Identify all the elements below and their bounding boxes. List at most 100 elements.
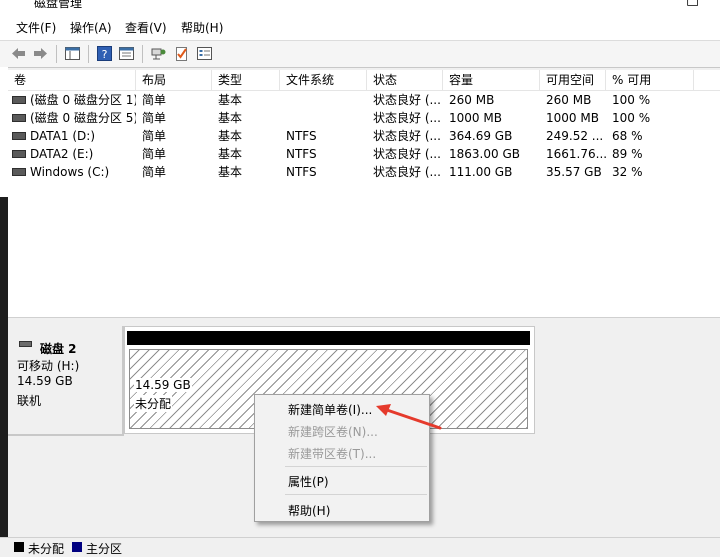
connect-disk-icon[interactable] bbox=[150, 45, 167, 62]
volume-icon bbox=[12, 131, 26, 140]
cell-percent-free: 32 % bbox=[612, 165, 643, 179]
volume-icon bbox=[12, 113, 26, 122]
toolbar-separator bbox=[56, 45, 57, 63]
cell-volume: (磁盘 0 磁盘分区 5) bbox=[8, 109, 136, 127]
cell-percent-free: 100 % bbox=[612, 93, 651, 107]
minimize-button[interactable]: ─ bbox=[634, 0, 642, 8]
legend-bar: 未分配 主分区 bbox=[0, 537, 720, 556]
cell-capacity: 260 MB bbox=[449, 93, 495, 107]
cell-volume: DATA2 (E:) bbox=[8, 145, 136, 163]
checklist-icon[interactable] bbox=[173, 45, 190, 62]
table-row[interactable]: DATA2 (E:) 简单 基本 NTFS 状态良好 (... 1863.00 … bbox=[8, 145, 720, 163]
cell-type: 基本 bbox=[218, 147, 243, 161]
cell-volume: (磁盘 0 磁盘分区 1) bbox=[8, 91, 136, 109]
forward-icon[interactable] bbox=[32, 45, 49, 62]
volume-icon bbox=[12, 149, 26, 158]
cell-layout: 简单 bbox=[142, 111, 167, 125]
cell-status: 状态良好 (... bbox=[373, 165, 441, 179]
menu-action[interactable]: 操作(A) bbox=[70, 19, 112, 36]
back-icon[interactable] bbox=[10, 45, 27, 62]
volume-icon bbox=[12, 95, 26, 104]
volume-list: 卷 布局 类型 文件系统 状态 容量 可用空间 % 可用 (磁盘 0 磁盘分区 … bbox=[8, 70, 720, 317]
cell-status: 状态良好 (... bbox=[373, 147, 441, 161]
cell-capacity: 364.69 GB bbox=[449, 129, 513, 143]
legend-label-primary: 主分区 bbox=[86, 542, 123, 556]
column-header-percent-free[interactable]: % 可用 bbox=[606, 70, 694, 90]
cell-capacity: 1000 MB bbox=[449, 111, 502, 125]
toolbar: ? bbox=[0, 41, 720, 68]
cell-filesystem bbox=[280, 109, 367, 127]
cell-free-space: 249.52 ... bbox=[546, 129, 604, 143]
cell-free-space: 1661.76... bbox=[546, 147, 606, 161]
legend-label-unallocated: 未分配 bbox=[28, 542, 65, 556]
column-header-free-space[interactable]: 可用空间 bbox=[540, 70, 606, 90]
cell-type: 基本 bbox=[218, 111, 243, 125]
disk-type: 可移动 (H:) bbox=[17, 359, 80, 373]
menu-item-properties[interactable]: 属性(P) bbox=[288, 473, 329, 490]
cell-type: 基本 bbox=[218, 129, 243, 143]
disk-icon bbox=[19, 341, 32, 347]
toolbar-separator bbox=[88, 45, 89, 63]
column-header-capacity[interactable]: 容量 bbox=[443, 70, 540, 90]
table-row[interactable]: Windows (C:) 简单 基本 NTFS 状态良好 (... 111.00… bbox=[8, 163, 720, 181]
cell-layout: 简单 bbox=[142, 147, 167, 161]
menu-separator bbox=[285, 494, 427, 495]
cell-status: 状态良好 (... bbox=[373, 111, 441, 125]
column-header-type[interactable]: 类型 bbox=[212, 70, 280, 90]
table-row[interactable]: (磁盘 0 磁盘分区 1) 简单 基本 状态良好 (... 260 MB 260… bbox=[8, 91, 720, 109]
menu-file[interactable]: 文件(F) bbox=[16, 19, 56, 36]
volume-icon bbox=[12, 167, 26, 176]
column-header-filesystem[interactable]: 文件系统 bbox=[280, 70, 367, 90]
legend-swatch-unallocated bbox=[14, 542, 24, 552]
close-button[interactable]: □ bbox=[686, 0, 699, 8]
menu-item-help[interactable]: 帮助(H) bbox=[288, 502, 330, 519]
disk-status: 联机 bbox=[17, 394, 42, 408]
column-header-status[interactable]: 状态 bbox=[367, 70, 443, 90]
menu-item-new-striped-volume[interactable]: 新建带区卷(T)... bbox=[288, 445, 376, 462]
help-icon[interactable]: ? bbox=[96, 45, 113, 62]
window-title: 磁盘管理 bbox=[34, 0, 83, 10]
volume-list-header: 卷 布局 类型 文件系统 状态 容量 可用空间 % 可用 bbox=[8, 70, 720, 91]
cell-filesystem bbox=[280, 91, 367, 109]
menu-bar: 文件(F) 操作(A) 查看(V) 帮助(H) bbox=[0, 12, 720, 41]
left-edge bbox=[0, 67, 8, 537]
table-row[interactable]: (磁盘 0 磁盘分区 5) 简单 基本 状态良好 (... 1000 MB 10… bbox=[8, 109, 720, 127]
cell-filesystem: NTFS bbox=[286, 165, 317, 179]
menu-separator bbox=[285, 466, 427, 467]
disk-info-panel[interactable]: 磁盘 2 可移动 (H:) 14.59 GB 联机 bbox=[8, 326, 124, 436]
cell-type: 基本 bbox=[218, 165, 243, 179]
table-row[interactable]: DATA1 (D:) 简单 基本 NTFS 状态良好 (... 364.69 G… bbox=[8, 127, 720, 145]
menu-item-new-simple-volume[interactable]: 新建简单卷(I)... bbox=[288, 401, 372, 418]
column-header-layout[interactable]: 布局 bbox=[136, 70, 212, 90]
cell-free-space: 260 MB bbox=[546, 93, 592, 107]
cell-status: 状态良好 (... bbox=[373, 93, 441, 107]
cell-filesystem: NTFS bbox=[286, 147, 317, 161]
cell-filesystem: NTFS bbox=[286, 129, 317, 143]
disk-size: 14.59 GB bbox=[17, 374, 73, 388]
cell-percent-free: 100 % bbox=[612, 111, 651, 125]
cell-layout: 简单 bbox=[142, 165, 167, 179]
cell-percent-free: 89 % bbox=[612, 147, 643, 161]
menu-item-new-spanned-volume[interactable]: 新建跨区卷(N)... bbox=[288, 423, 378, 440]
legend-swatch-primary bbox=[72, 542, 82, 552]
cell-free-space: 35.57 GB bbox=[546, 165, 602, 179]
partition-state: 未分配 bbox=[134, 395, 173, 412]
toolbar-separator bbox=[142, 45, 143, 63]
cell-layout: 简单 bbox=[142, 93, 167, 107]
unallocated-color-bar bbox=[127, 331, 530, 345]
disk-name: 磁盘 2 bbox=[40, 342, 77, 356]
cell-layout: 简单 bbox=[142, 129, 167, 143]
cell-capacity: 1863.00 GB bbox=[449, 147, 520, 161]
menu-help[interactable]: 帮助(H) bbox=[181, 19, 223, 36]
menu-view[interactable]: 查看(V) bbox=[125, 19, 167, 36]
cell-type: 基本 bbox=[218, 93, 243, 107]
column-header-volume[interactable]: 卷 bbox=[8, 70, 136, 90]
properties-view-icon[interactable] bbox=[118, 45, 135, 62]
console-tree-icon[interactable] bbox=[64, 45, 81, 62]
cell-capacity: 111.00 GB bbox=[449, 165, 513, 179]
cell-percent-free: 68 % bbox=[612, 129, 643, 143]
list-view-icon[interactable] bbox=[196, 45, 213, 62]
cell-volume: DATA1 (D:) bbox=[8, 127, 136, 145]
cell-free-space: 1000 MB bbox=[546, 111, 599, 125]
cell-status: 状态良好 (... bbox=[373, 129, 441, 143]
